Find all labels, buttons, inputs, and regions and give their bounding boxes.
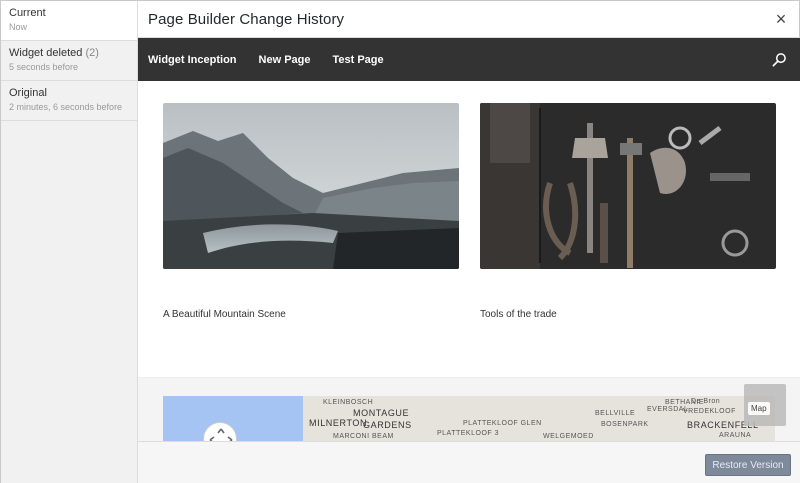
map-widget[interactable]: KLEINBOSCH MONTAGUE GARDENS MILNERTON MA… [163,396,775,441]
map-label: MARCONI BEAM [333,433,394,440]
revision-time: Now [9,22,28,32]
map-label: BELLVILLE [595,410,636,417]
revision-time: 2 minutes, 6 seconds before [9,102,123,112]
dialog-header: Page Builder Change History × [138,1,800,38]
map-label: VREDEKLOOF [683,408,736,415]
nav-item-widget-inception[interactable]: Widget Inception [148,54,237,66]
history-dialog: Current Now Widget deleted (2) 5 seconds… [0,0,800,483]
revision-name: Current [9,7,46,19]
map-label: BOSENPARK [601,421,649,428]
revision-time: 5 seconds before [9,62,79,72]
map-label: KLEINBOSCH [323,399,374,406]
map-label: ARAUNA [719,432,752,439]
revision-sidebar: Current Now Widget deleted (2) 5 seconds… [1,1,138,483]
map-label: PLATTEKLOOF GLEN [463,420,542,427]
revision-name: Widget deleted [9,47,83,59]
close-icon[interactable]: × [771,9,791,29]
map-label: GARDENS [363,420,412,430]
site-nav: Widget Inception New Page Test Page [138,38,800,81]
page-preview: A Beautiful Mountain Scene Tools of the … [138,81,800,441]
map-type-control: Map [744,384,786,426]
pan-control[interactable] [203,422,237,441]
map-label: MONTAGUE [353,408,410,418]
map-label: MILNERTON [309,418,368,428]
nav-item-new-page[interactable]: New Page [259,54,311,66]
nav-item-test-page[interactable]: Test Page [332,54,383,66]
map-label: PLATTEKLOOF 3 [437,430,499,437]
map-section: KLEINBOSCH MONTAGUE GARDENS MILNERTON MA… [138,377,800,441]
revision-count: (2) [85,47,99,59]
revision-current[interactable]: Current Now [1,1,137,41]
map-label: De Bron [691,398,721,405]
revision-original[interactable]: Original 2 minutes, 6 seconds before [1,81,137,121]
dialog-title: Page Builder Change History [148,10,345,28]
restore-version-button[interactable]: Restore Version [705,454,791,476]
tools-image [480,103,776,269]
revision-widget-deleted[interactable]: Widget deleted (2) 5 seconds before [1,41,137,81]
map-label: WELGEMOED [543,433,594,440]
map-type-button[interactable]: Map [748,402,770,415]
mountain-image [163,103,459,269]
revision-name: Original [9,87,47,99]
search-icon[interactable] [772,52,787,67]
preview-panel: Page Builder Change History × Widget Inc… [138,1,800,483]
image-caption: A Beautiful Mountain Scene [163,309,286,320]
dialog-footer: Restore Version [138,441,800,483]
image-caption: Tools of the trade [480,309,557,320]
